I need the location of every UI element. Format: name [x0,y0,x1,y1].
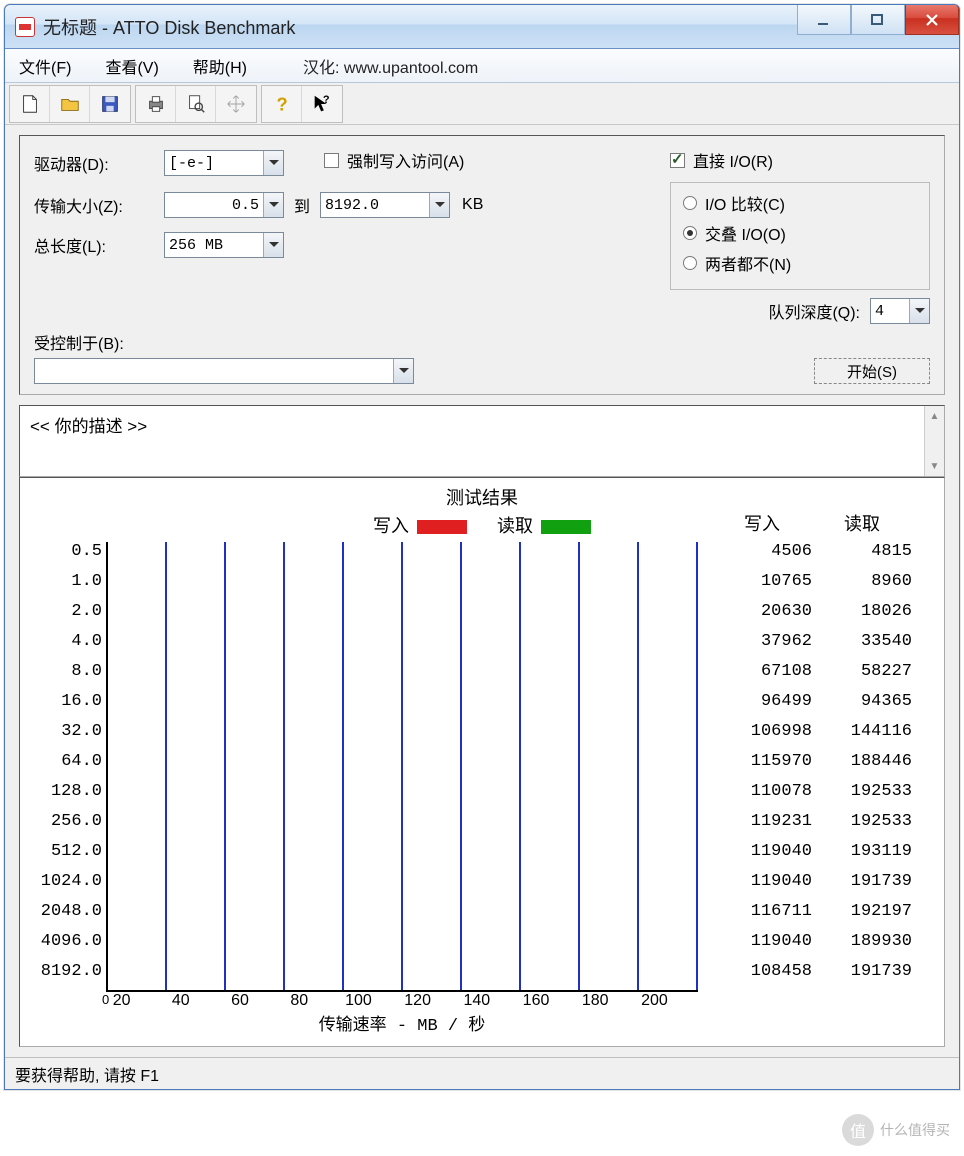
to-label: 到 [284,193,320,217]
drive-combo[interactable]: [-e-] [164,150,284,176]
start-button[interactable]: 开始(S) [814,358,930,384]
transfer-label: 传输大小(Z): [34,193,164,217]
chart-area [106,542,698,992]
scroll-down-icon[interactable]: ▼ [925,456,944,476]
svg-text:?: ? [276,93,287,114]
window-controls [797,5,959,35]
client-area: 驱动器(D): [-e-] 强制写入访问(A) 传输大小(Z): 0.5 到 8… [5,125,959,1057]
toolbar: ? ? [5,83,959,125]
statusbar: 要获得帮助, 请按 F1 [5,1057,959,1089]
close-button[interactable] [905,5,959,35]
radio-overlap[interactable]: 交叠 I/O(O) [683,221,786,245]
chevron-down-icon [429,193,449,217]
chevron-down-icon [263,151,283,175]
drive-label: 驱动器(D): [34,151,164,175]
io-mode-group: I/O 比较(C) 交叠 I/O(O) 两者都不(N) [670,182,930,290]
watermark: 值 什么值得买 [842,1114,950,1146]
chevron-down-icon [909,299,929,323]
direct-io-checkbox[interactable]: 直接 I/O(R) [670,148,773,172]
new-icon[interactable] [10,86,50,122]
app-window: 无标题 - ATTO Disk Benchmark 文件(F) 查看(V) 帮助… [4,4,960,1090]
radio-neither[interactable]: 两者都不(N) [683,251,791,275]
whatsthis-icon[interactable]: ? [302,86,342,122]
menubar: 文件(F) 查看(V) 帮助(H) 汉化: www.upantool.com [5,49,959,83]
move-icon[interactable] [216,86,256,122]
help-icon[interactable]: ? [262,86,302,122]
description-text: << 你的描述 >> [30,417,147,436]
queue-label: 队列深度(Q): [768,299,860,323]
force-write-checkbox[interactable]: 强制写入访问(A) [324,148,464,172]
unit-label: KB [450,196,483,214]
titlebar[interactable]: 无标题 - ATTO Disk Benchmark [5,5,959,49]
svg-text:?: ? [323,94,330,106]
status-text: 要获得帮助, 请按 F1 [15,1062,159,1086]
transfer-to-combo[interactable]: 8192.0 [320,192,450,218]
options-panel: 驱动器(D): [-e-] 强制写入访问(A) 传输大小(Z): 0.5 到 8… [19,135,945,395]
window-title: 无标题 - ATTO Disk Benchmark [43,14,295,40]
results-panel: 测试结果 写入 读取 0.51.02.04.08.016.032.064.012… [19,477,945,1047]
save-icon[interactable] [90,86,130,122]
chevron-down-icon [263,233,283,257]
length-label: 总长度(L): [34,233,164,257]
chart-x-axis: 020406080100120140160180200 [106,992,698,1010]
results-caption: 测试结果 [28,484,936,510]
chevron-down-icon [393,359,413,383]
controlled-combo[interactable] [34,358,414,384]
queue-combo[interactable]: 4 [870,298,930,324]
menu-view[interactable]: 查看(V) [97,50,166,82]
chevron-down-icon [263,193,283,217]
description-box[interactable]: << 你的描述 >> ▲ ▼ [19,405,945,477]
chart-y-labels: 0.51.02.04.08.016.032.064.0128.0256.0512… [28,542,106,992]
minimize-button[interactable] [797,5,851,35]
legend-read-label: 读取 [497,518,533,538]
read-column: 读取48158960180263354058227943651441161884… [812,542,912,992]
menu-credit: 汉化: www.upantool.com [303,54,478,78]
print-icon[interactable] [136,86,176,122]
scrollbar[interactable]: ▲ ▼ [924,406,944,476]
menu-file[interactable]: 文件(F) [11,50,79,82]
chart-x-label: 传输速率 - MB / 秒 [106,1010,698,1036]
transfer-from-combo[interactable]: 0.5 [164,192,284,218]
menu-help[interactable]: 帮助(H) [185,50,255,82]
length-combo[interactable]: 256 MB [164,232,284,258]
write-column: 写入45061076520630379626710896499106998115… [712,542,812,992]
legend-write-swatch [417,520,467,534]
app-icon [15,17,35,37]
legend-read-swatch [541,520,591,534]
maximize-button[interactable] [851,5,905,35]
scroll-up-icon[interactable]: ▲ [925,406,944,426]
radio-compare[interactable]: I/O 比较(C) [683,191,785,215]
open-icon[interactable] [50,86,90,122]
preview-icon[interactable] [176,86,216,122]
controlled-label: 受控制于(B): [34,330,804,354]
watermark-icon: 值 [842,1114,874,1146]
legend-write-label: 写入 [373,518,409,538]
